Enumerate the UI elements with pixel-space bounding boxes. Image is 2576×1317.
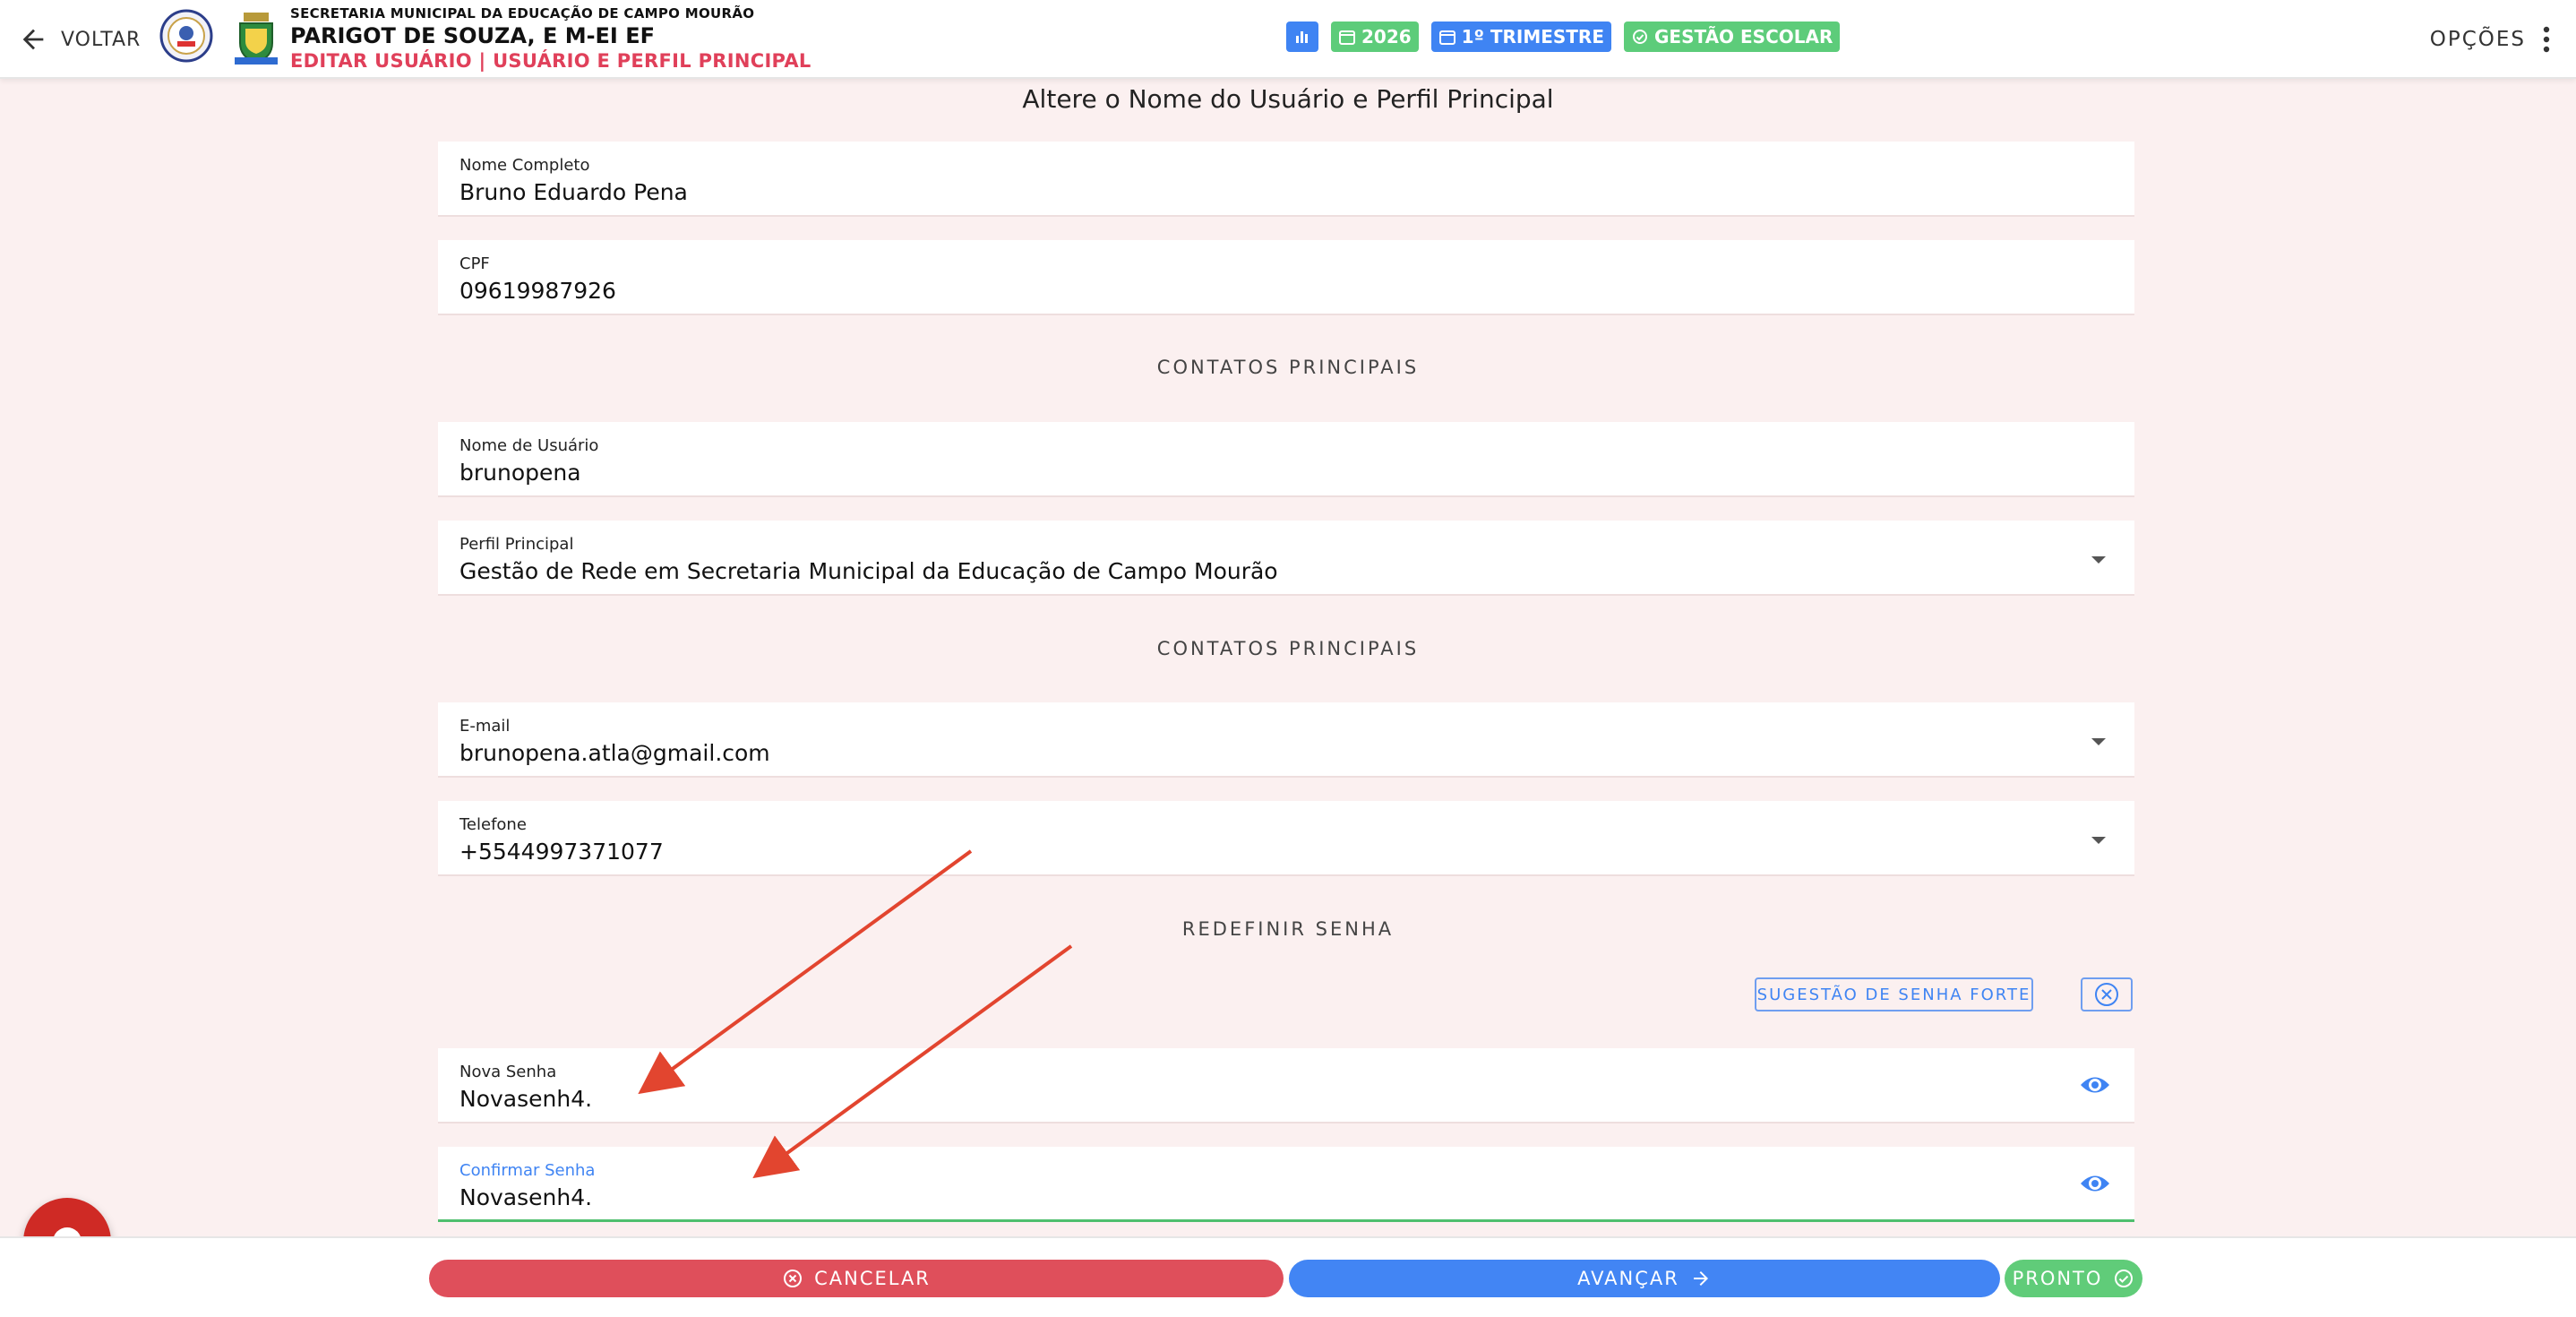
email-label: E-mail <box>459 717 511 736</box>
check-circle-icon <box>1633 30 1647 44</box>
dropdown-caret-icon[interactable] <box>2091 556 2106 564</box>
full-name-value[interactable]: Bruno Eduardo Pena <box>459 179 688 205</box>
dropdown-caret-icon[interactable] <box>2091 837 2106 844</box>
username-field[interactable]: Nome de Usuário brunopena <box>438 422 2134 497</box>
module-label: GESTÃO ESCOLAR <box>1654 26 1833 47</box>
more-vertical-icon <box>2543 26 2550 53</box>
cancel-label: CANCELAR <box>814 1268 931 1289</box>
cpf-value[interactable]: 09619987926 <box>459 278 616 304</box>
confirm-password-value[interactable]: Novasenh4. <box>459 1184 592 1210</box>
page-subtitle: EDITAR USUÁRIO | USUÁRIO E PERFIL PRINCI… <box>290 50 811 72</box>
options-label: OPÇÕES <box>2429 28 2526 51</box>
cancel-button[interactable]: CANCELAR <box>429 1260 1284 1297</box>
context-badges: 2026 1º TRIMESTRE GESTÃO ESCOLAR <box>1286 22 1841 52</box>
check-circle-icon <box>2115 1270 2134 1287</box>
done-label: PRONTO <box>2012 1268 2103 1289</box>
period-badge[interactable]: 1º TRIMESTRE <box>1430 22 1611 52</box>
back-label: VOLTAR <box>61 28 142 51</box>
section-heading-contacts-2: CONTATOS PRINCIPAIS <box>1156 638 1420 659</box>
cpf-field[interactable]: CPF 09619987926 <box>438 240 2134 315</box>
main-profile-label: Perfil Principal <box>459 535 574 554</box>
form-title: Altere o Nome do Usuário e Perfil Princi… <box>1022 84 1554 114</box>
section-heading-contacts-1: CONTATOS PRINCIPAIS <box>1156 357 1420 378</box>
period-label: 1º TRIMESTRE <box>1461 26 1604 47</box>
email-select[interactable]: E-mail brunopena.atla@gmail.com <box>438 702 2134 778</box>
section-heading-reset-password: REDEFINIR SENHA <box>1181 918 1395 940</box>
done-button[interactable]: PRONTO <box>2005 1260 2142 1297</box>
email-value: brunopena.atla@gmail.com <box>459 740 770 766</box>
year-badge[interactable]: 2026 <box>1331 22 1419 52</box>
top-app-bar: VOLTAR SECRETARIA MUNICIPAL DA EDUCAÇÃO … <box>0 0 2576 79</box>
bar-chart-icon <box>1296 31 1308 43</box>
eye-icon[interactable] <box>2079 1072 2111 1098</box>
phone-value: +5544997371077 <box>459 839 664 865</box>
clear-password-button[interactable] <box>2081 977 2133 1011</box>
confirm-password-label: Confirmar Senha <box>459 1161 596 1180</box>
next-button[interactable]: AVANÇAR <box>1289 1260 2000 1297</box>
next-label: AVANÇAR <box>1577 1268 1679 1289</box>
main-profile-value: Gestão de Rede em Secretaria Municipal d… <box>459 558 1278 584</box>
eye-icon[interactable] <box>2079 1170 2111 1197</box>
full-name-field[interactable]: Nome Completo Bruno Eduardo Pena <box>438 142 2134 217</box>
year-label: 2026 <box>1361 26 1412 47</box>
new-password-field[interactable]: Nova Senha Novasenh4. <box>438 1048 2134 1123</box>
secretaria-name: SECRETARIA MUNICIPAL DA EDUCAÇÃO DE CAMP… <box>290 5 755 22</box>
cpf-label: CPF <box>459 254 490 273</box>
confirm-password-field[interactable]: Confirmar Senha Novasenh4. <box>438 1147 2134 1222</box>
school-seal-logo <box>159 9 213 63</box>
phone-label: Telefone <box>459 815 527 834</box>
username-value[interactable]: brunopena <box>459 460 581 486</box>
full-name-label: Nome Completo <box>459 156 590 175</box>
dropdown-caret-icon[interactable] <box>2091 738 2106 745</box>
arrow-right-icon <box>1693 1271 1708 1286</box>
arrow-left-icon <box>22 29 44 50</box>
back-button[interactable]: VOLTAR <box>18 22 141 57</box>
close-circle-icon <box>2095 983 2118 1006</box>
username-label: Nome de Usuário <box>459 436 599 455</box>
city-coat-of-arms-logo <box>235 13 278 65</box>
calendar-icon <box>1339 30 1355 45</box>
strong-password-suggestion-button[interactable]: SUGESTÃO DE SENHA FORTE <box>1755 977 2033 1011</box>
school-name: PARIGOT DE SOUZA, E M-EI EF <box>290 23 656 48</box>
options-menu-button[interactable]: OPÇÕES <box>2430 22 2551 57</box>
calendar-icon <box>1438 30 1455 45</box>
main-profile-select[interactable]: Perfil Principal Gestão de Rede em Secre… <box>438 521 2134 596</box>
phone-select[interactable]: Telefone +5544997371077 <box>438 801 2134 876</box>
action-bar: CANCELAR AVANÇAR PRONTO <box>0 1236 2576 1317</box>
header-titles: SECRETARIA MUNICIPAL DA EDUCAÇÃO DE CAMP… <box>290 5 811 72</box>
dashboard-badge[interactable] <box>1286 22 1318 52</box>
module-badge[interactable]: GESTÃO ESCOLAR <box>1624 22 1841 52</box>
new-password-label: Nova Senha <box>459 1063 557 1081</box>
new-password-value[interactable]: Novasenh4. <box>459 1086 592 1112</box>
close-circle-icon <box>784 1270 803 1287</box>
